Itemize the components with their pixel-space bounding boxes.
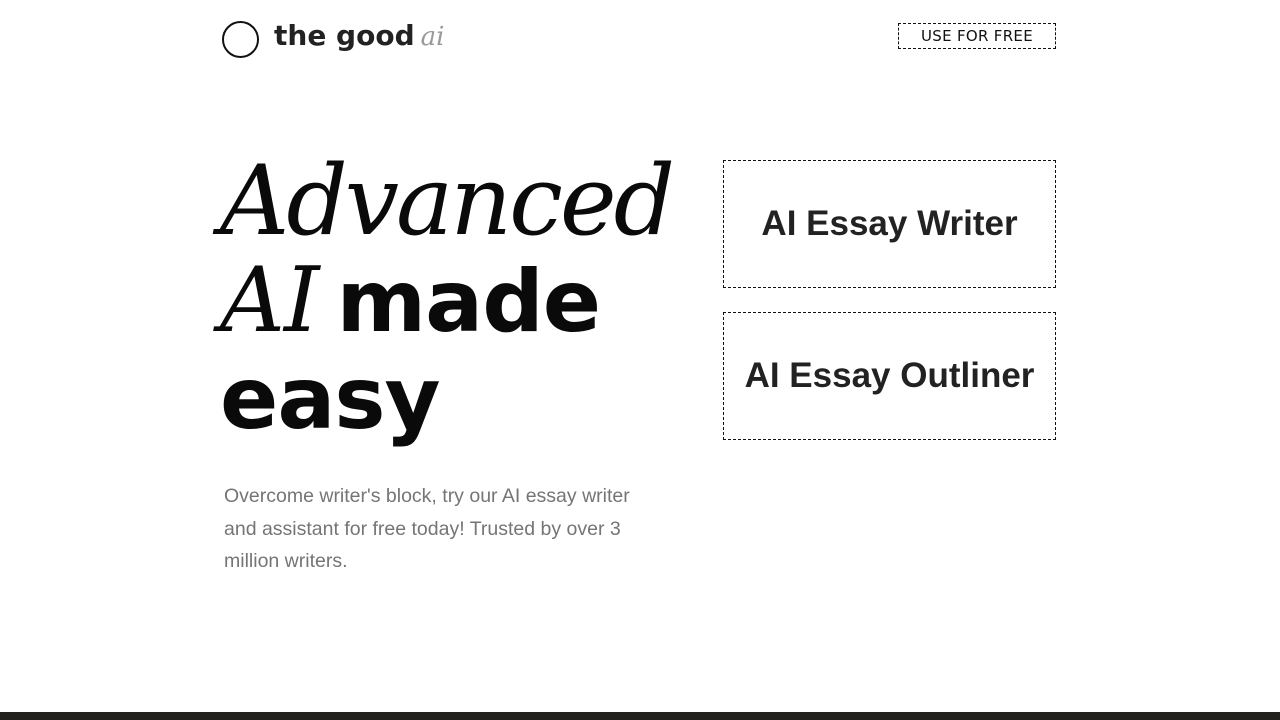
- hero-word-made: made: [336, 252, 602, 352]
- brand-logo[interactable]: the good ai: [274, 16, 444, 56]
- ai-essay-writer-card[interactable]: AI Essay Writer: [723, 160, 1056, 288]
- hero-line-3: easy: [220, 350, 690, 449]
- hero-line-1: Advanced: [220, 152, 690, 251]
- site-header: the good ai USE FOR FREE: [0, 0, 1280, 72]
- brand-ai-suffix: ai: [420, 22, 445, 52]
- hero-word-easy: easy: [220, 349, 441, 449]
- use-for-free-button[interactable]: USE FOR FREE: [898, 23, 1056, 49]
- ai-essay-outliner-card[interactable]: AI Essay Outliner: [723, 312, 1056, 440]
- footer-bar: [0, 712, 1280, 720]
- hero-word-ai: AI: [220, 248, 320, 353]
- circle-logo-icon[interactable]: [222, 21, 259, 58]
- brand-name: the good: [274, 19, 415, 52]
- hero-subtitle: Overcome writer's block, try our AI essa…: [224, 485, 630, 572]
- hero-line-2: AI made: [220, 248, 690, 353]
- hero-word-advanced: Advanced: [220, 145, 675, 257]
- tool-card-label: AI Essay Outliner: [744, 356, 1035, 395]
- tool-card-label: AI Essay Writer: [761, 204, 1018, 243]
- hero-headline: Advanced AI made easy: [220, 152, 690, 449]
